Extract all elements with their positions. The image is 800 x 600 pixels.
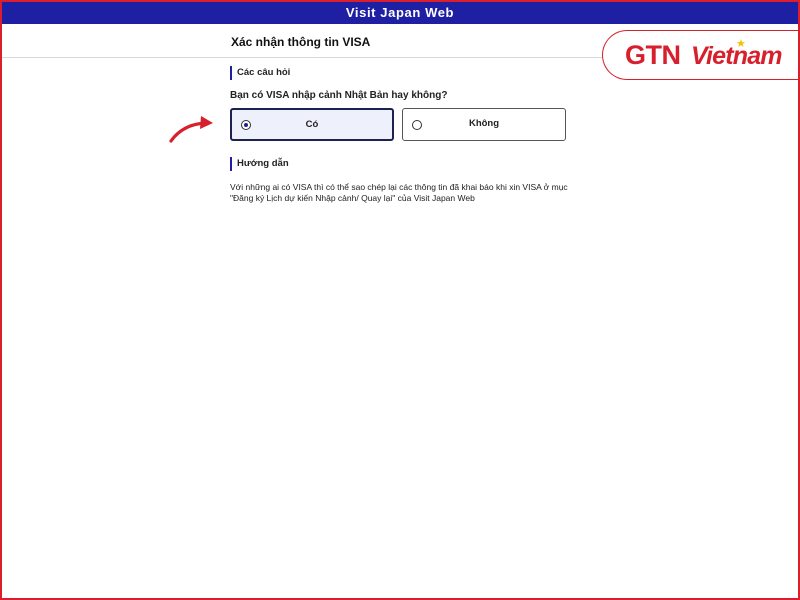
annotation-arrow-icon [169, 116, 213, 143]
option-no-label: Không [468, 118, 500, 129]
page-title: Xác nhận thông tin VISA [231, 35, 371, 49]
visa-question: Bạn có VISA nhập cảnh Nhật Bản hay không… [230, 90, 448, 101]
logo-brand-text: GTN [625, 40, 681, 70]
option-yes-card[interactable]: Có [230, 108, 394, 141]
guide-text: Với những ai có VISA thì có thể sao chép… [230, 182, 568, 203]
option-no-card[interactable]: Không [402, 108, 566, 141]
app-title-bar: Visit Japan Web [2, 2, 798, 24]
star-icon: ★ [736, 38, 746, 50]
questions-section-label: Các câu hỏi [230, 66, 290, 80]
guide-section-label: Hướng dẫn [230, 157, 289, 171]
option-yes-label: Có [305, 119, 319, 130]
gtn-vietnam-logo: GTN Vietnam ★ [602, 30, 798, 80]
app-title: Visit Japan Web [345, 5, 455, 20]
